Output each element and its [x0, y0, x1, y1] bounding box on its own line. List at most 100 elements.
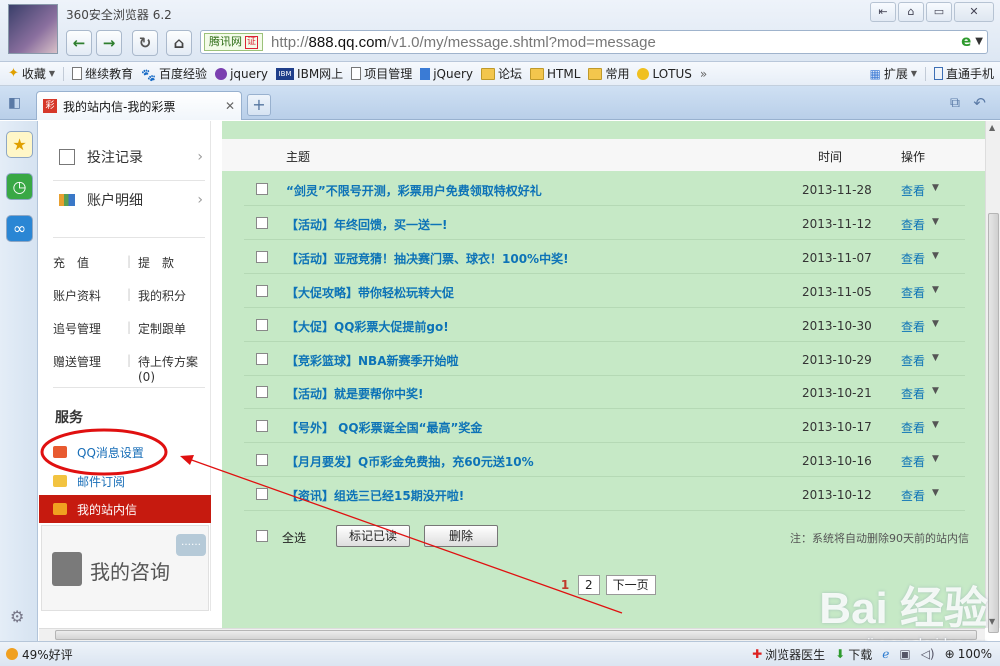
- new-tab-button[interactable]: +: [247, 94, 271, 116]
- tab-list-icon[interactable]: ⧉: [950, 95, 960, 111]
- row-checkbox[interactable]: [256, 216, 268, 229]
- download-button[interactable]: ⬇ 下载: [835, 646, 872, 663]
- view-link[interactable]: 查看: [901, 453, 925, 470]
- next-page-link[interactable]: 下一页: [605, 575, 656, 595]
- home-button[interactable]: ⌂: [166, 30, 192, 56]
- row-checkbox[interactable]: [256, 488, 268, 501]
- favorites-star-icon[interactable]: ★: [6, 131, 33, 158]
- chevron-down-icon[interactable]: ▼: [932, 488, 939, 498]
- vertical-scrollbar[interactable]: ▲ ▼: [985, 121, 1000, 633]
- message-subject-link[interactable]: 【大促】QQ彩票大促提前go!: [286, 318, 449, 335]
- bookmark-item[interactable]: 🐾 百度经验: [141, 65, 207, 82]
- view-link[interactable]: 查看: [901, 419, 925, 436]
- chevron-down-icon[interactable]: ▼: [932, 285, 939, 295]
- url-text[interactable]: http://888.qq.com/v1.0/my/message.shtml?…: [271, 34, 656, 51]
- chevron-down-icon[interactable]: ▼: [932, 183, 939, 193]
- bookmark-favorites[interactable]: ✦ 收藏 ▼: [8, 65, 55, 82]
- recharge-link[interactable]: 充 值: [53, 254, 120, 274]
- view-link[interactable]: 查看: [901, 352, 925, 369]
- message-subject-link[interactable]: 【资讯】组选三已经15期没开啦!: [286, 487, 464, 504]
- history-clock-icon[interactable]: ◷: [6, 173, 33, 200]
- sound-icon[interactable]: ◁): [921, 647, 935, 661]
- scroll-down-icon[interactable]: ▼: [989, 617, 995, 626]
- chevron-down-icon[interactable]: ▼: [932, 353, 939, 363]
- scroll-up-icon[interactable]: ▲: [989, 123, 995, 132]
- view-link[interactable]: 查看: [901, 385, 925, 402]
- rating-item[interactable]: 49%好评: [6, 646, 73, 663]
- view-link[interactable]: 查看: [901, 487, 925, 504]
- account-info-link[interactable]: 账户资料: [53, 287, 120, 307]
- menu-account-details[interactable]: 账户明细 ›: [59, 182, 209, 218]
- my-points-link[interactable]: 我的积分: [138, 287, 205, 307]
- page-2-link[interactable]: 2: [578, 575, 600, 595]
- message-subject-link[interactable]: 【月月要发】Q币彩金免费抽，充60元送10%: [286, 453, 534, 470]
- row-checkbox[interactable]: [256, 420, 268, 433]
- withdraw-link[interactable]: 提 款: [138, 254, 205, 274]
- cloud-sync-icon[interactable]: ∞: [6, 215, 33, 242]
- message-subject-link[interactable]: 【活动】亚冠竞猜！抽决赛门票、球衣！100%中奖!: [286, 250, 569, 267]
- message-subject-link[interactable]: “剑灵”不限号开测，彩票用户免费领取特权好礼: [286, 182, 542, 199]
- row-checkbox[interactable]: [256, 284, 268, 297]
- close-icon[interactable]: ✕: [954, 2, 994, 22]
- scroll-thumb[interactable]: [988, 213, 999, 633]
- chevron-down-icon[interactable]: ▼: [932, 420, 939, 430]
- chevron-down-icon[interactable]: ▼: [975, 32, 983, 52]
- message-subject-link[interactable]: 【号外】 QQ彩票诞全国“最高”奖金: [286, 419, 482, 436]
- bookmark-item[interactable]: LOTUS: [637, 67, 692, 81]
- tab-my-messages[interactable]: 彩 我的站内信-我的彩票 ✕: [36, 91, 242, 120]
- extensions-button[interactable]: ▦ 扩展 ▼: [869, 65, 917, 82]
- user-avatar[interactable]: [8, 4, 58, 54]
- back-button[interactable]: ←: [66, 30, 92, 56]
- bookmark-item[interactable]: IBM IBM网上: [276, 65, 343, 82]
- chevron-down-icon[interactable]: ▼: [932, 386, 939, 396]
- row-checkbox[interactable]: [256, 183, 268, 195]
- ie-icon[interactable]: ℯ: [882, 647, 889, 661]
- message-subject-link[interactable]: 【大促攻略】带你轻松玩转大促: [286, 284, 454, 301]
- bookmark-folder[interactable]: 常用: [588, 65, 629, 82]
- row-checkbox[interactable]: [256, 318, 268, 331]
- view-link[interactable]: 查看: [901, 182, 925, 199]
- select-all-checkbox[interactable]: [256, 530, 268, 542]
- view-link[interactable]: 查看: [901, 250, 925, 267]
- mail-subscription-link[interactable]: 邮件订阅: [39, 467, 211, 495]
- pending-upload-link[interactable]: 待上传方案(0): [138, 353, 205, 384]
- chevron-down-icon[interactable]: ▼: [932, 251, 939, 261]
- address-bar[interactable]: 腾讯网 证 http://888.qq.com/v1.0/my/message.…: [200, 30, 988, 54]
- undo-close-icon[interactable]: ↶: [973, 94, 986, 112]
- compat-mode-icon[interactable]: ▣: [899, 647, 910, 661]
- restore-icon[interactable]: ⇤: [870, 2, 896, 22]
- phone-button[interactable]: 直通手机: [933, 65, 994, 82]
- view-link[interactable]: 查看: [901, 318, 925, 335]
- menu-bet-records[interactable]: 投注记录 ›: [59, 139, 209, 175]
- zoom-control[interactable]: ⊕ 100%: [945, 647, 992, 661]
- view-link[interactable]: 查看: [901, 216, 925, 233]
- settings-gear-icon[interactable]: ⚙: [10, 607, 24, 626]
- browser-doctor-button[interactable]: ✚ 浏览器医生: [752, 646, 825, 663]
- ie-engine-icon[interactable]: e: [961, 32, 971, 52]
- bookmark-folder[interactable]: 论坛: [481, 65, 522, 82]
- bookmark-item[interactable]: 继续教育: [72, 65, 133, 82]
- view-link[interactable]: 查看: [901, 284, 925, 301]
- sidebar-toggle-icon[interactable]: ◧: [8, 95, 21, 111]
- message-subject-link[interactable]: 【竞彩篮球】NBA新赛季开始啦: [286, 352, 458, 369]
- site-badge[interactable]: 腾讯网 证: [204, 33, 264, 51]
- message-subject-link[interactable]: 【活动】年终回馈，买一送一!: [286, 216, 447, 233]
- my-consultation-banner[interactable]: 我的咨询 ……: [41, 525, 209, 611]
- row-checkbox[interactable]: [256, 250, 268, 263]
- mark-read-button[interactable]: 标记已读: [336, 525, 410, 547]
- my-messages-link[interactable]: 我的站内信: [39, 495, 211, 523]
- delete-button[interactable]: 删除: [424, 525, 498, 547]
- bookmark-item[interactable]: jQuery: [420, 67, 473, 81]
- bookmark-folder[interactable]: HTML: [530, 67, 580, 81]
- row-checkbox[interactable]: [256, 352, 268, 365]
- maximize-icon[interactable]: ▭: [926, 2, 952, 22]
- row-checkbox[interactable]: [256, 454, 268, 467]
- chevron-down-icon[interactable]: ▼: [932, 454, 939, 464]
- chevron-down-icon[interactable]: ▼: [932, 319, 939, 329]
- more-bookmarks-button[interactable]: »: [700, 67, 707, 81]
- close-icon[interactable]: ✕: [225, 99, 235, 113]
- custom-follow-link[interactable]: 定制跟单: [138, 320, 205, 340]
- bookmark-item[interactable]: 项目管理: [351, 65, 412, 82]
- row-checkbox[interactable]: [256, 386, 268, 399]
- chase-number-link[interactable]: 追号管理: [53, 320, 120, 340]
